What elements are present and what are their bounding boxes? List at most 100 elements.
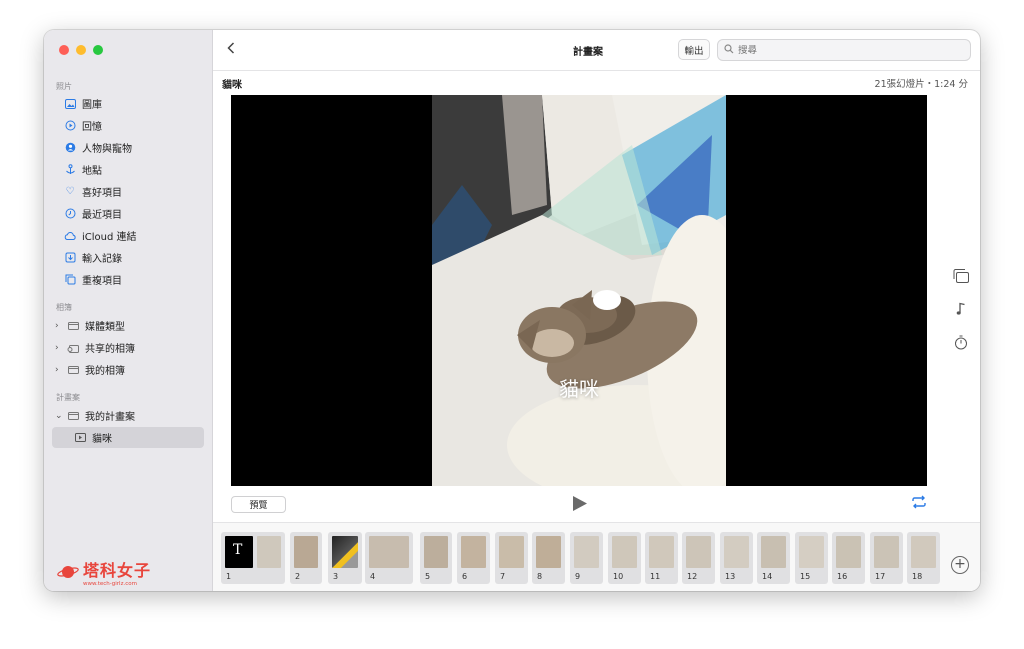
sidebar-item-my-albums[interactable]: › 我的相簿 [54,359,204,380]
zoom-window-button[interactable] [93,45,103,55]
sidebar-item-duplicates[interactable]: 重複項目 [54,269,204,290]
toolbar: 計畫案 輸出 [213,30,980,71]
sidebar-item-label: 重複項目 [82,276,122,287]
filmstrip-slide[interactable]: 12 [682,532,715,584]
sidebar-item-label: 地點 [82,166,102,177]
chevron-left-icon [227,42,235,54]
sidebar-item-icloud-links[interactable]: iCloud 連結 [54,225,204,246]
chevron-right-icon[interactable]: › [55,321,65,331]
filmstrip-slide[interactable]: 9 [570,532,603,584]
sidebar-item-label: 圖庫 [82,100,102,111]
slide-number: 18 [912,572,923,581]
title-slide-image: T [225,536,253,568]
slideshow-info: 21張幻燈片・1:24 分 [874,79,968,90]
minimize-window-button[interactable] [76,45,86,55]
slide-number: 12 [687,572,698,581]
close-window-button[interactable] [59,45,69,55]
filmstrip-slide[interactable]: 16 [832,532,865,584]
filmstrip-slide[interactable]: 8 [532,532,565,584]
filmstrip-slide[interactable]: T 1 [221,532,285,584]
slide-thumb-image [499,536,524,568]
sidebar-item-recents[interactable]: 最近項目 [54,203,204,224]
chevron-right-icon[interactable]: › [55,343,65,353]
filmstrip-slide[interactable]: 10 [608,532,641,584]
add-slide-button[interactable]: + [951,556,969,574]
window-controls [59,45,103,55]
filmstrip-slide[interactable]: 7 [495,532,528,584]
slide-title-overlay: 貓咪 [559,377,599,401]
export-button[interactable]: 輸出 [678,39,710,60]
slide-thumb-image [294,536,318,568]
sidebar-item-memories[interactable]: 回憶 [54,115,204,136]
slide-thumb-image [257,536,281,568]
app-window: 照片 圖庫 回憶 人物與寵物 地點 ♡ 喜好項目 最近項目 iCloud 連結 … [44,30,980,591]
slideshow-icon [74,432,86,444]
filmstrip-slide[interactable]: 4 [365,532,413,584]
filmstrip-slide[interactable]: 5 [420,532,452,584]
filmstrip-slide[interactable]: 6 [457,532,490,584]
filmstrip-slide[interactable]: 15 [795,532,828,584]
search-icon [724,43,734,57]
slide-number: 6 [462,572,468,581]
filmstrip-slide[interactable]: 18 [907,532,940,584]
slide-number: 11 [650,572,661,581]
icloud-link-icon [64,230,76,242]
filmstrip-slide[interactable]: 3 [328,532,362,584]
back-button[interactable] [227,42,235,58]
play-button[interactable] [572,495,590,513]
filmstrip-slide[interactable]: 17 [870,532,903,584]
sidebar-item-favorites[interactable]: ♡ 喜好項目 [54,181,204,202]
folder-icon [67,410,79,422]
slide-number: 7 [500,572,506,581]
slide-viewer[interactable]: 貓咪 [231,95,927,486]
sidebar-item-media-types[interactable]: › 媒體類型 [54,315,204,336]
slide-thumb-image [649,536,674,568]
right-toolbar [951,266,975,365]
search-field[interactable] [717,39,971,61]
sidebar-item-label: 我的計畫案 [85,412,135,423]
sidebar-item-library[interactable]: 圖庫 [54,93,204,114]
timer-icon [955,335,967,349]
music-button[interactable] [951,299,971,319]
sidebar-item-label: iCloud 連結 [82,232,137,243]
slide-thumb-image [574,536,599,568]
duration-button[interactable] [951,332,971,352]
theme-button[interactable] [951,266,971,286]
sidebar-item-places[interactable]: 地點 [54,159,204,180]
repeat-icon [912,495,926,509]
sidebar-item-shared-albums[interactable]: › 共享的相簿 [54,337,204,358]
slide-photo: 貓咪 [432,95,726,486]
slide-number: 5 [425,572,431,581]
repeat-button[interactable] [911,495,927,513]
chevron-down-icon[interactable]: ⌄ [55,411,65,421]
filmstrip-slide[interactable]: 14 [757,532,790,584]
slide-number: 8 [537,572,543,581]
filmstrip-slide[interactable]: 11 [645,532,678,584]
chevron-right-icon[interactable]: › [55,365,65,375]
main-area: 計畫案 輸出 貓咪 21張幻燈片・1:24 分 [213,30,980,591]
watermark-text: 塔科女子 [83,561,152,580]
slide-number: 16 [837,572,848,581]
sidebar-item-my-projects[interactable]: ⌄ 我的計畫案 [54,405,204,426]
slide-thumb-image [686,536,711,568]
slide-thumb-image [911,536,936,568]
filmstrip: T 1 2 3 4 5 6 7 8 9 10 11 12 13 14 15 16… [213,522,980,591]
music-note-icon [956,302,965,315]
shared-album-icon [67,342,79,354]
plus-icon: + [954,556,966,572]
sidebar-item-label: 喜好項目 [82,188,122,199]
slideshow-name: 貓咪 [222,80,242,91]
section-header-photos: 照片 [56,82,72,91]
theme-icon [953,269,969,283]
sidebar-item-label: 共享的相簿 [85,344,135,355]
sidebar-item-people[interactable]: 人物與寵物 [54,137,204,158]
filmstrip-slide[interactable]: 2 [290,532,322,584]
sidebar-item-cat-slideshow[interactable]: 貓咪 [52,427,204,448]
preview-button[interactable]: 預覽 [231,496,286,513]
search-input[interactable] [738,44,938,56]
cat-photo-image [432,95,726,486]
slide-thumb-image [369,536,409,568]
sidebar-item-imports[interactable]: 輸入記錄 [54,247,204,268]
filmstrip-slide[interactable]: 13 [720,532,753,584]
slide-thumb-image [461,536,486,568]
